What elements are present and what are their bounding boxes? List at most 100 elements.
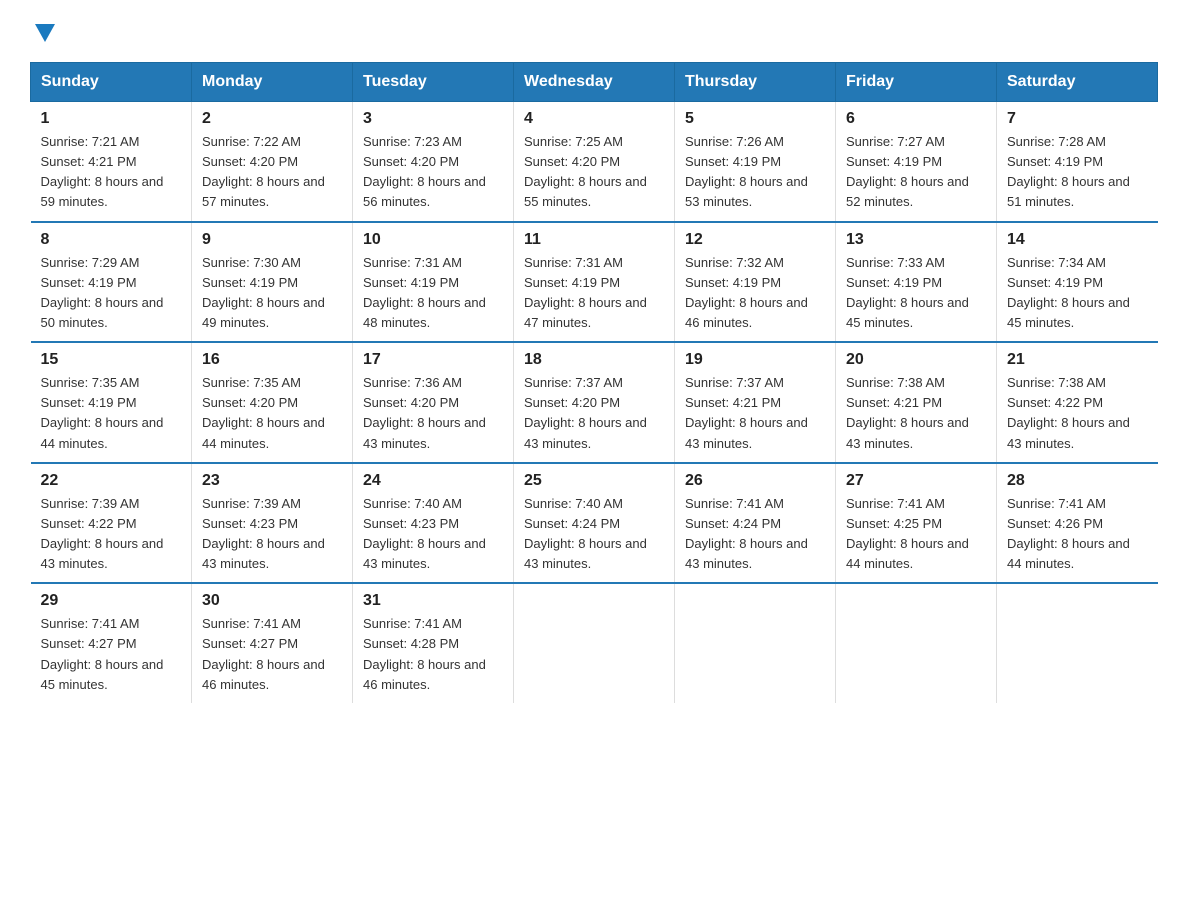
day-number: 13 bbox=[846, 231, 986, 249]
calendar-week-row: 15 Sunrise: 7:35 AMSunset: 4:19 PMDaylig… bbox=[31, 342, 1158, 463]
col-saturday: Saturday bbox=[997, 63, 1158, 102]
calendar-week-row: 22 Sunrise: 7:39 AMSunset: 4:22 PMDaylig… bbox=[31, 463, 1158, 584]
table-row: 5 Sunrise: 7:26 AMSunset: 4:19 PMDayligh… bbox=[675, 102, 836, 222]
day-number: 16 bbox=[202, 351, 342, 369]
col-sunday: Sunday bbox=[31, 63, 192, 102]
table-row: 1 Sunrise: 7:21 AMSunset: 4:21 PMDayligh… bbox=[31, 102, 192, 222]
day-info: Sunrise: 7:31 AMSunset: 4:19 PMDaylight:… bbox=[524, 255, 647, 330]
day-info: Sunrise: 7:38 AMSunset: 4:22 PMDaylight:… bbox=[1007, 375, 1130, 450]
table-row: 28 Sunrise: 7:41 AMSunset: 4:26 PMDaylig… bbox=[997, 463, 1158, 584]
table-row: 3 Sunrise: 7:23 AMSunset: 4:20 PMDayligh… bbox=[353, 102, 514, 222]
table-row: 21 Sunrise: 7:38 AMSunset: 4:22 PMDaylig… bbox=[997, 342, 1158, 463]
day-number: 20 bbox=[846, 351, 986, 369]
day-number: 6 bbox=[846, 110, 986, 128]
day-info: Sunrise: 7:35 AMSunset: 4:20 PMDaylight:… bbox=[202, 375, 325, 450]
table-row: 24 Sunrise: 7:40 AMSunset: 4:23 PMDaylig… bbox=[353, 463, 514, 584]
table-row: 29 Sunrise: 7:41 AMSunset: 4:27 PMDaylig… bbox=[31, 583, 192, 703]
day-number: 23 bbox=[202, 472, 342, 490]
day-info: Sunrise: 7:35 AMSunset: 4:19 PMDaylight:… bbox=[41, 375, 164, 450]
day-number: 1 bbox=[41, 110, 182, 128]
day-number: 3 bbox=[363, 110, 503, 128]
table-row: 31 Sunrise: 7:41 AMSunset: 4:28 PMDaylig… bbox=[353, 583, 514, 703]
day-number: 21 bbox=[1007, 351, 1148, 369]
table-row: 8 Sunrise: 7:29 AMSunset: 4:19 PMDayligh… bbox=[31, 222, 192, 343]
day-number: 18 bbox=[524, 351, 664, 369]
table-row: 18 Sunrise: 7:37 AMSunset: 4:20 PMDaylig… bbox=[514, 342, 675, 463]
table-row: 17 Sunrise: 7:36 AMSunset: 4:20 PMDaylig… bbox=[353, 342, 514, 463]
day-number: 30 bbox=[202, 592, 342, 610]
table-row: 9 Sunrise: 7:30 AMSunset: 4:19 PMDayligh… bbox=[192, 222, 353, 343]
day-info: Sunrise: 7:39 AMSunset: 4:23 PMDaylight:… bbox=[202, 496, 325, 571]
day-info: Sunrise: 7:26 AMSunset: 4:19 PMDaylight:… bbox=[685, 134, 808, 209]
day-number: 27 bbox=[846, 472, 986, 490]
table-row: 12 Sunrise: 7:32 AMSunset: 4:19 PMDaylig… bbox=[675, 222, 836, 343]
day-info: Sunrise: 7:40 AMSunset: 4:23 PMDaylight:… bbox=[363, 496, 486, 571]
col-monday: Monday bbox=[192, 63, 353, 102]
day-info: Sunrise: 7:38 AMSunset: 4:21 PMDaylight:… bbox=[846, 375, 969, 450]
calendar-table: Sunday Monday Tuesday Wednesday Thursday… bbox=[30, 62, 1158, 703]
day-number: 25 bbox=[524, 472, 664, 490]
day-info: Sunrise: 7:29 AMSunset: 4:19 PMDaylight:… bbox=[41, 255, 164, 330]
table-row: 25 Sunrise: 7:40 AMSunset: 4:24 PMDaylig… bbox=[514, 463, 675, 584]
day-number: 2 bbox=[202, 110, 342, 128]
table-row: 15 Sunrise: 7:35 AMSunset: 4:19 PMDaylig… bbox=[31, 342, 192, 463]
day-number: 14 bbox=[1007, 231, 1148, 249]
day-number: 5 bbox=[685, 110, 825, 128]
day-number: 17 bbox=[363, 351, 503, 369]
day-info: Sunrise: 7:41 AMSunset: 4:28 PMDaylight:… bbox=[363, 616, 486, 691]
day-info: Sunrise: 7:22 AMSunset: 4:20 PMDaylight:… bbox=[202, 134, 325, 209]
day-number: 12 bbox=[685, 231, 825, 249]
col-wednesday: Wednesday bbox=[514, 63, 675, 102]
table-row: 7 Sunrise: 7:28 AMSunset: 4:19 PMDayligh… bbox=[997, 102, 1158, 222]
day-number: 19 bbox=[685, 351, 825, 369]
day-number: 22 bbox=[41, 472, 182, 490]
table-row: 2 Sunrise: 7:22 AMSunset: 4:20 PMDayligh… bbox=[192, 102, 353, 222]
day-info: Sunrise: 7:34 AMSunset: 4:19 PMDaylight:… bbox=[1007, 255, 1130, 330]
calendar-week-row: 29 Sunrise: 7:41 AMSunset: 4:27 PMDaylig… bbox=[31, 583, 1158, 703]
table-row bbox=[836, 583, 997, 703]
day-info: Sunrise: 7:41 AMSunset: 4:24 PMDaylight:… bbox=[685, 496, 808, 571]
calendar-week-row: 8 Sunrise: 7:29 AMSunset: 4:19 PMDayligh… bbox=[31, 222, 1158, 343]
table-row: 27 Sunrise: 7:41 AMSunset: 4:25 PMDaylig… bbox=[836, 463, 997, 584]
day-info: Sunrise: 7:21 AMSunset: 4:21 PMDaylight:… bbox=[41, 134, 164, 209]
table-row: 26 Sunrise: 7:41 AMSunset: 4:24 PMDaylig… bbox=[675, 463, 836, 584]
day-number: 29 bbox=[41, 592, 182, 610]
day-info: Sunrise: 7:33 AMSunset: 4:19 PMDaylight:… bbox=[846, 255, 969, 330]
table-row: 6 Sunrise: 7:27 AMSunset: 4:19 PMDayligh… bbox=[836, 102, 997, 222]
logo-triangle-icon bbox=[35, 24, 55, 42]
day-info: Sunrise: 7:27 AMSunset: 4:19 PMDaylight:… bbox=[846, 134, 969, 209]
day-info: Sunrise: 7:40 AMSunset: 4:24 PMDaylight:… bbox=[524, 496, 647, 571]
day-info: Sunrise: 7:30 AMSunset: 4:19 PMDaylight:… bbox=[202, 255, 325, 330]
day-number: 8 bbox=[41, 231, 182, 249]
table-row: 10 Sunrise: 7:31 AMSunset: 4:19 PMDaylig… bbox=[353, 222, 514, 343]
logo-blue-text bbox=[30, 24, 55, 44]
table-row: 16 Sunrise: 7:35 AMSunset: 4:20 PMDaylig… bbox=[192, 342, 353, 463]
col-tuesday: Tuesday bbox=[353, 63, 514, 102]
day-info: Sunrise: 7:32 AMSunset: 4:19 PMDaylight:… bbox=[685, 255, 808, 330]
day-number: 11 bbox=[524, 231, 664, 249]
table-row bbox=[675, 583, 836, 703]
day-number: 4 bbox=[524, 110, 664, 128]
day-number: 24 bbox=[363, 472, 503, 490]
day-info: Sunrise: 7:39 AMSunset: 4:22 PMDaylight:… bbox=[41, 496, 164, 571]
day-number: 31 bbox=[363, 592, 503, 610]
day-info: Sunrise: 7:23 AMSunset: 4:20 PMDaylight:… bbox=[363, 134, 486, 209]
day-info: Sunrise: 7:36 AMSunset: 4:20 PMDaylight:… bbox=[363, 375, 486, 450]
day-info: Sunrise: 7:37 AMSunset: 4:20 PMDaylight:… bbox=[524, 375, 647, 450]
day-info: Sunrise: 7:41 AMSunset: 4:26 PMDaylight:… bbox=[1007, 496, 1130, 571]
table-row: 11 Sunrise: 7:31 AMSunset: 4:19 PMDaylig… bbox=[514, 222, 675, 343]
page-header bbox=[30, 24, 1158, 44]
day-info: Sunrise: 7:28 AMSunset: 4:19 PMDaylight:… bbox=[1007, 134, 1130, 209]
day-info: Sunrise: 7:31 AMSunset: 4:19 PMDaylight:… bbox=[363, 255, 486, 330]
day-number: 26 bbox=[685, 472, 825, 490]
table-row: 20 Sunrise: 7:38 AMSunset: 4:21 PMDaylig… bbox=[836, 342, 997, 463]
day-number: 10 bbox=[363, 231, 503, 249]
table-row: 19 Sunrise: 7:37 AMSunset: 4:21 PMDaylig… bbox=[675, 342, 836, 463]
table-row: 22 Sunrise: 7:39 AMSunset: 4:22 PMDaylig… bbox=[31, 463, 192, 584]
header-row: Sunday Monday Tuesday Wednesday Thursday… bbox=[31, 63, 1158, 102]
day-number: 7 bbox=[1007, 110, 1148, 128]
day-number: 15 bbox=[41, 351, 182, 369]
calendar-body: 1 Sunrise: 7:21 AMSunset: 4:21 PMDayligh… bbox=[31, 102, 1158, 703]
table-row: 30 Sunrise: 7:41 AMSunset: 4:27 PMDaylig… bbox=[192, 583, 353, 703]
table-row: 13 Sunrise: 7:33 AMSunset: 4:19 PMDaylig… bbox=[836, 222, 997, 343]
